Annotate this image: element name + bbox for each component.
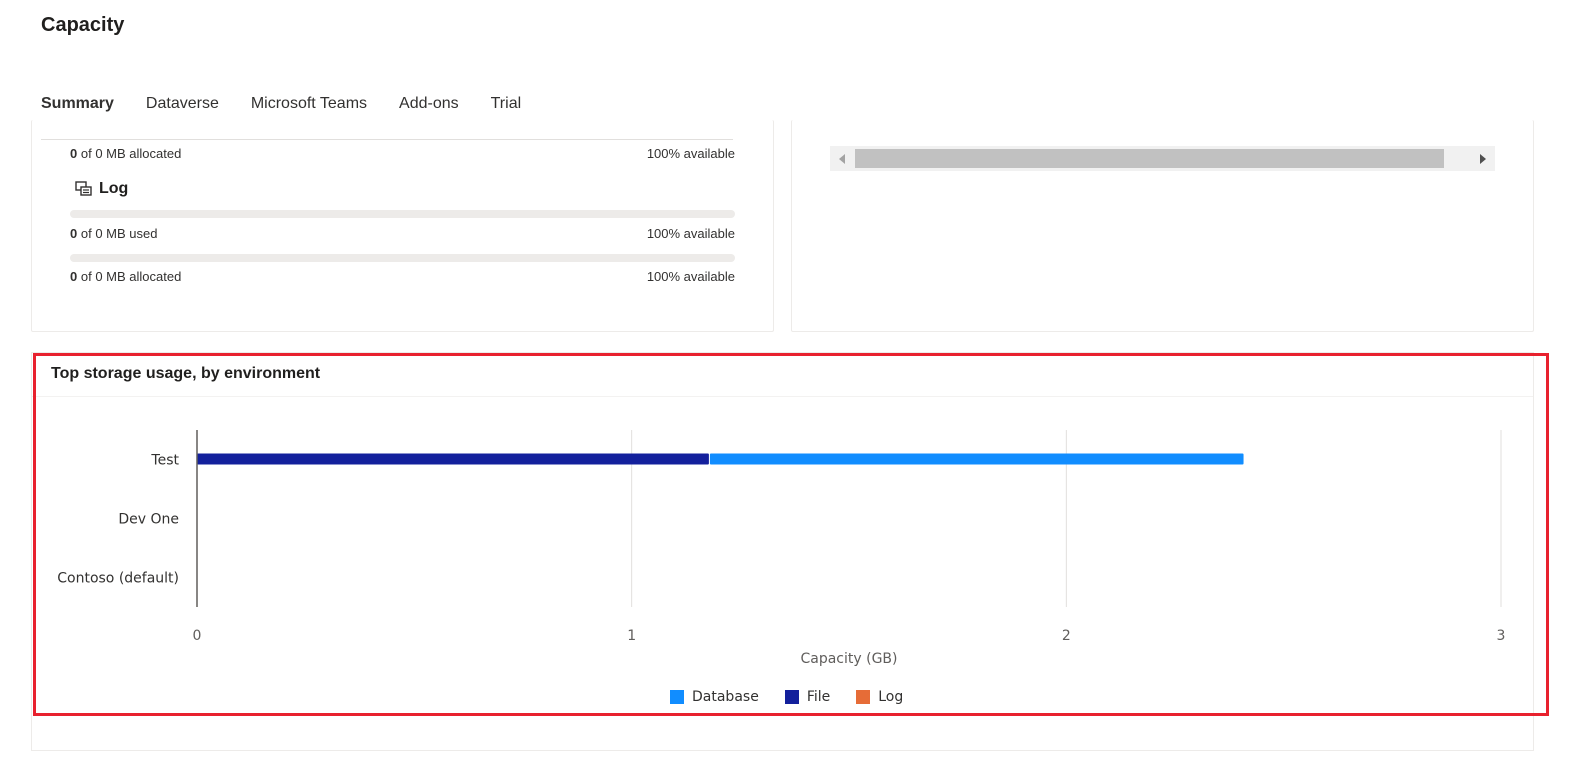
legend-swatch [670, 690, 684, 704]
y-category-label: Contoso (default) [57, 571, 179, 587]
legend-item-log[interactable]: Log [856, 689, 903, 705]
bar-file [197, 453, 709, 465]
bar-database [709, 453, 1244, 465]
legend-item-file[interactable]: File [784, 689, 831, 705]
legend-item-database[interactable]: Database [670, 689, 759, 705]
legend-label: Log [878, 689, 904, 705]
legend-swatch [856, 690, 871, 704]
x-tick-label: 2 [1062, 628, 1071, 644]
x-tick-label: 0 [193, 628, 202, 644]
legend-label: Database [692, 689, 759, 705]
storage-usage-chart: 0 1 2 3 Capacity (GB) Test Dev One Contoso (def… [57, 430, 1506, 667]
y-category-label: Dev One [118, 512, 179, 528]
x-tick-label: 1 [627, 628, 636, 644]
chart-legend: Database File Log [670, 689, 929, 705]
legend-label: File [806, 689, 831, 705]
x-axis-label: Capacity (GB) [800, 651, 897, 667]
legend-swatch [784, 690, 799, 704]
x-tick-label: 3 [1497, 628, 1506, 644]
y-category-label: Test [150, 453, 179, 469]
